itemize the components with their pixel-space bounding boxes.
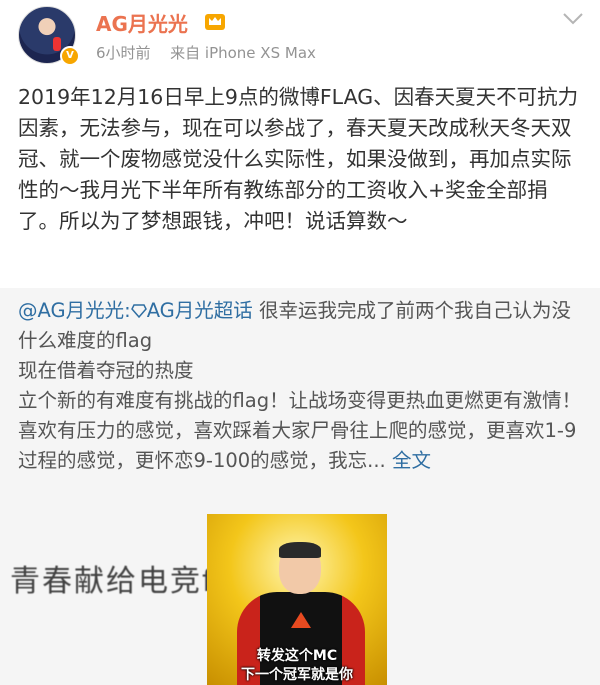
image-caption-2: 下一个冠军就是你 — [241, 667, 353, 683]
repost-text: @AG月光光: AG月光超话 很幸运我完成了前两个我自己认为没什么难度的flag … — [18, 296, 584, 476]
player-hair — [279, 542, 321, 558]
post-time: 6小时前 — [96, 44, 151, 62]
repost-line-4: 喜欢有压力的感觉，喜欢踩着大家尸骨往上爬的感觉，更喜欢1-9过程的感觉，更怀恋9… — [18, 419, 577, 472]
post-header: V AG月光光 6小时前 来自 iPhone XS Max — [0, 0, 600, 75]
repost-card[interactable]: @AG月光光: AG月光超话 很幸运我完成了前两个我自己认为没什么难度的flag … — [0, 288, 600, 685]
verified-badge-icon: V — [60, 46, 80, 66]
post-source: iPhone XS Max — [204, 44, 316, 62]
repost-author-link[interactable]: @AG月光光 — [18, 299, 124, 322]
post-text: 2019年12月16日早上9点的微博FLAG、因春天夏天不可抗力因素，无法参与，… — [18, 85, 579, 233]
blurred-side-text: 青春献给电竞f — [10, 564, 215, 599]
username[interactable]: AG月光光 — [96, 8, 188, 37]
chevron-down-icon[interactable] — [562, 10, 584, 26]
microphone-icon — [53, 37, 61, 51]
full-text-link[interactable]: 全文 — [392, 449, 431, 472]
image-caption-1: 转发这个MC — [256, 648, 338, 664]
repost-image[interactable]: 转发这个MC 下一个冠军就是你 — [207, 514, 387, 685]
repost-separator: : — [124, 299, 131, 322]
repost-line-2: 现在借着夺冠的热度 — [18, 359, 194, 382]
super-topic-icon — [130, 304, 147, 319]
super-topic-link[interactable]: AG月光超话 — [147, 299, 253, 322]
repost-line-3: 立个新的有难度有挑战的flag！让战场变得更热血更燃更有激情！ — [18, 389, 582, 412]
crown-icon — [205, 14, 225, 30]
post-meta: 6小时前 来自 iPhone XS Max — [96, 42, 316, 63]
source-prefix: 来自 — [170, 44, 201, 62]
